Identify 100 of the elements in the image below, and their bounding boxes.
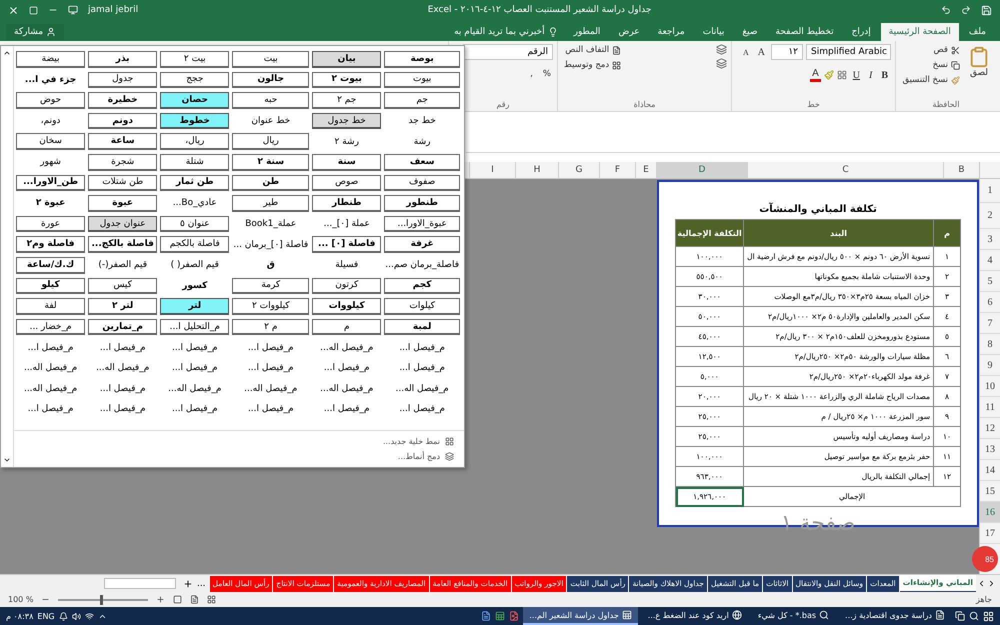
- page-break-view-icon[interactable]: [207, 595, 216, 604]
- wrap-text-button[interactable]: التفاف النص: [562, 44, 624, 56]
- cell-style-item[interactable]: خطيرة: [88, 92, 158, 109]
- cell-style-item[interactable]: جم: [384, 92, 460, 109]
- column-header[interactable]: D: [656, 162, 747, 178]
- taskbar-app[interactable]: اريد كود عند الضغط ع...: [642, 607, 748, 625]
- row-header[interactable]: 1: [980, 179, 1000, 203]
- borders-icon[interactable]: [836, 70, 847, 80]
- add-sheet-icon[interactable]: [182, 578, 193, 588]
- cell-style-item[interactable]: طنطار: [312, 195, 382, 212]
- restore-icon[interactable]: [29, 6, 38, 14]
- cell-style-item[interactable]: عورة: [16, 216, 86, 232]
- search-icon[interactable]: [969, 611, 979, 621]
- cell-style-item[interactable]: كيلو: [16, 278, 86, 294]
- cell-style-item[interactable]: غرفة: [384, 236, 460, 253]
- language-indicator[interactable]: ENG: [37, 612, 55, 620]
- cell-style-item[interactable]: بيت ٢: [160, 51, 230, 68]
- notification-icon[interactable]: [58, 612, 68, 620]
- volume-icon[interactable]: [72, 612, 81, 620]
- merge-styles-item[interactable]: دمج أنماط...: [398, 452, 454, 461]
- ribbon-tab[interactable]: تخطيط الصفحة: [768, 23, 842, 41]
- task-view-icon[interactable]: [955, 611, 965, 621]
- cell-style-item[interactable]: كرمة: [232, 278, 310, 294]
- grow-font-button[interactable]: A: [754, 46, 768, 58]
- close-icon[interactable]: [8, 4, 19, 16]
- cell-style-item[interactable]: لتر ٢: [88, 298, 158, 315]
- format-painter-button[interactable]: نسخ التنسيق: [900, 74, 962, 86]
- row-header[interactable]: 10: [980, 376, 1000, 397]
- cell-style-item[interactable]: كيلوات: [384, 298, 460, 315]
- row-header[interactable]: 8: [980, 334, 1000, 355]
- cell-style-item[interactable]: ججج: [160, 72, 230, 88]
- zoom-thumb[interactable]: [100, 594, 104, 604]
- cell-style-item[interactable]: حبه: [232, 92, 310, 109]
- font-size-field[interactable]: ١٢: [771, 44, 803, 60]
- cell-style-item[interactable]: لتر: [160, 298, 230, 315]
- font-name-field[interactable]: Simplified Arabic: [806, 44, 891, 60]
- row-header[interactable]: 7: [980, 313, 1000, 334]
- cell-style-item[interactable]: ريال: [232, 133, 310, 150]
- taskbar-app[interactable]: دراسة جدوى اقتصادية ز...: [839, 607, 951, 625]
- cell-style-item[interactable]: سعف: [384, 154, 460, 171]
- cell-style-item[interactable]: شتلة: [160, 154, 230, 171]
- row-header[interactable]: 3: [980, 229, 1000, 250]
- zoom-level[interactable]: 100 %: [8, 595, 34, 604]
- cell-style-item[interactable]: م ٢: [232, 318, 310, 336]
- cell-style-item[interactable]: بيت: [232, 51, 310, 68]
- row-header[interactable]: 5: [980, 271, 1000, 292]
- undo-icon[interactable]: [941, 5, 951, 15]
- cell-style-item[interactable]: طن ثمار: [160, 174, 230, 192]
- cell-style-item[interactable]: كيلووات: [312, 298, 382, 315]
- ribbon-display-icon[interactable]: [68, 5, 78, 15]
- copy-button[interactable]: نسخ: [900, 59, 962, 71]
- save-icon[interactable]: [981, 4, 992, 16]
- column-header[interactable]: B: [943, 162, 979, 178]
- row-header[interactable]: 4: [980, 250, 1000, 271]
- taskbar-app[interactable]: bas.* - كل شيء: [752, 607, 836, 625]
- clock[interactable]: ٠٨:٣٨ م: [6, 612, 34, 620]
- row-header[interactable]: 11: [980, 397, 1000, 418]
- normal-view-icon[interactable]: [173, 595, 182, 604]
- row-header[interactable]: 13: [980, 439, 1000, 460]
- redo-icon[interactable]: [961, 5, 971, 15]
- cell-style-item[interactable]: لفة: [16, 298, 86, 315]
- column-header[interactable]: G: [558, 162, 599, 178]
- cell-style-item[interactable]: خط جدول: [312, 112, 382, 130]
- column-header[interactable]: F: [599, 162, 635, 178]
- cell-style-item[interactable]: عنوان ٥: [160, 216, 230, 232]
- cell-style-item[interactable]: لمبة: [384, 318, 460, 336]
- ribbon-tab[interactable]: عرض: [610, 23, 648, 41]
- cell-style-item[interactable]: كيس: [88, 278, 158, 294]
- cell-style-item[interactable]: صوص: [312, 174, 382, 192]
- percent-button[interactable]: %: [540, 68, 553, 80]
- cell-style-item[interactable]: م_التحليل ا...: [160, 318, 230, 336]
- cell-style-item[interactable]: كرتون: [312, 278, 382, 294]
- font-style-button[interactable]: U: [850, 70, 863, 80]
- scroll-down-icon[interactable]: [3, 456, 11, 464]
- comma-button[interactable]: ,: [528, 68, 535, 80]
- cell-style-item[interactable]: عنوان جدول: [88, 216, 158, 232]
- cell-style-item[interactable]: فاصلة وم٢: [16, 236, 86, 253]
- zoom-in-icon[interactable]: [156, 595, 166, 604]
- cell-style-item[interactable]: ريال،: [160, 133, 230, 150]
- cell-style-item[interactable]: خطوط: [160, 112, 230, 130]
- cell-style-item[interactable]: بذر: [88, 51, 158, 68]
- row-header[interactable]: 17: [980, 523, 1000, 544]
- spreadsheet-icon[interactable]: [495, 611, 506, 621]
- more-tabs-button[interactable]: ...: [194, 578, 209, 588]
- cell-style-item[interactable]: طن شتلات: [88, 174, 158, 192]
- fill-color-icon[interactable]: [824, 70, 834, 80]
- cell-style-item[interactable]: بيوت: [384, 72, 460, 88]
- cell-style-item[interactable]: حوض: [16, 92, 86, 109]
- column-header[interactable]: H: [515, 162, 558, 178]
- cell-style-item[interactable]: بوصة: [384, 51, 460, 68]
- cell-style-item[interactable]: ك.ك/ساعة: [16, 256, 86, 274]
- cut-button[interactable]: قص: [900, 44, 962, 56]
- cell-style-item[interactable]: فاصلة بالكج...: [88, 236, 158, 253]
- cell-style-item[interactable]: بيوت ٢: [312, 72, 382, 88]
- font-color-button[interactable]: A: [810, 68, 821, 82]
- tell-me-field[interactable]: أخبرني بما تريد القيام به: [448, 23, 564, 41]
- cell-style-item[interactable]: عبوة_الاورا...: [384, 216, 460, 232]
- row-header[interactable]: 9: [980, 355, 1000, 376]
- ribbon-tab[interactable]: الصفحة الرئيسية: [880, 23, 959, 41]
- cell-style-item[interactable]: جدول: [88, 72, 158, 88]
